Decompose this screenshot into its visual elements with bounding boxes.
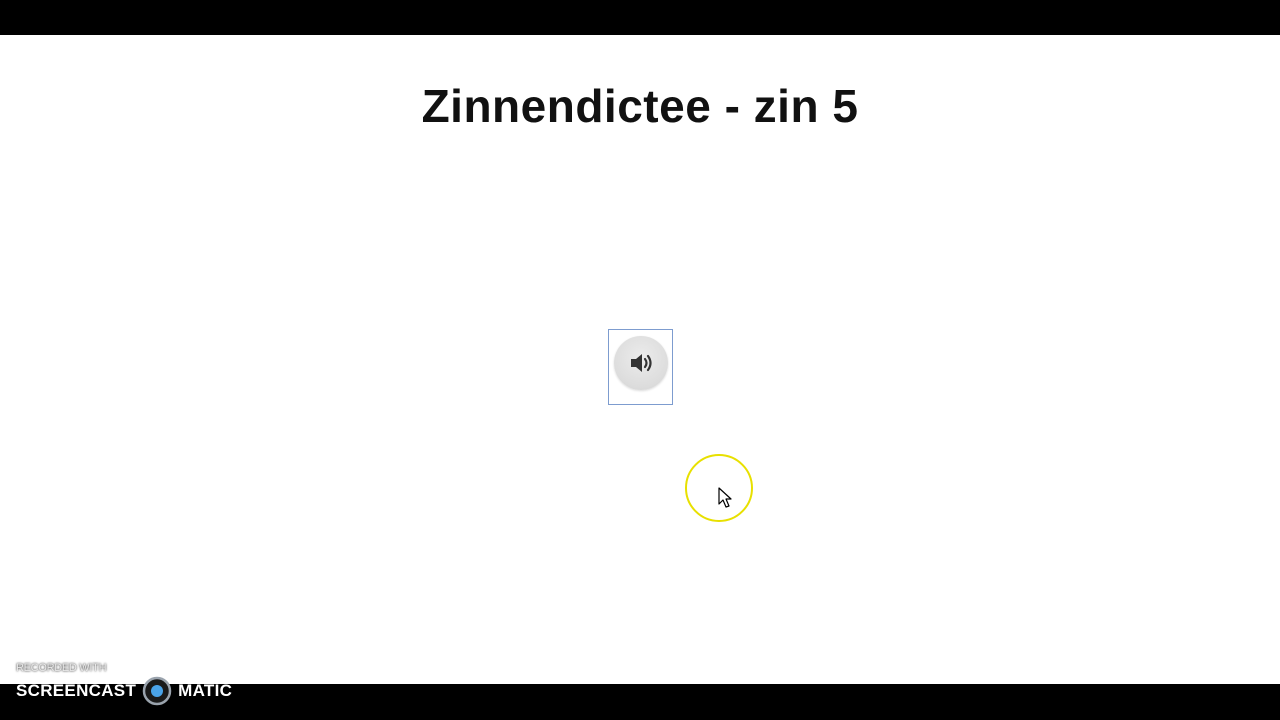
mouse-pointer-icon bbox=[718, 487, 732, 508]
screen: Zinnendictee - zin 5 RECORDED WITH SCREE… bbox=[0, 0, 1280, 720]
slide-title: Zinnendictee - zin 5 bbox=[421, 80, 859, 132]
speaker-volume-icon bbox=[631, 354, 652, 372]
audio-button-circle[interactable] bbox=[614, 336, 668, 390]
watermark-brand-right: MATIC bbox=[178, 681, 233, 700]
top-letterbox-bar bbox=[0, 0, 1280, 35]
watermark-brand: SCREENCAST MATIC bbox=[16, 676, 233, 706]
screencast-logo-icon bbox=[142, 676, 172, 706]
audio-play-button[interactable] bbox=[608, 329, 673, 405]
watermark-brand-left: SCREENCAST bbox=[16, 681, 137, 700]
watermark-recorded-with: RECORDED WITH bbox=[16, 662, 107, 674]
slide-canvas: Zinnendictee - zin 5 bbox=[0, 35, 1280, 684]
